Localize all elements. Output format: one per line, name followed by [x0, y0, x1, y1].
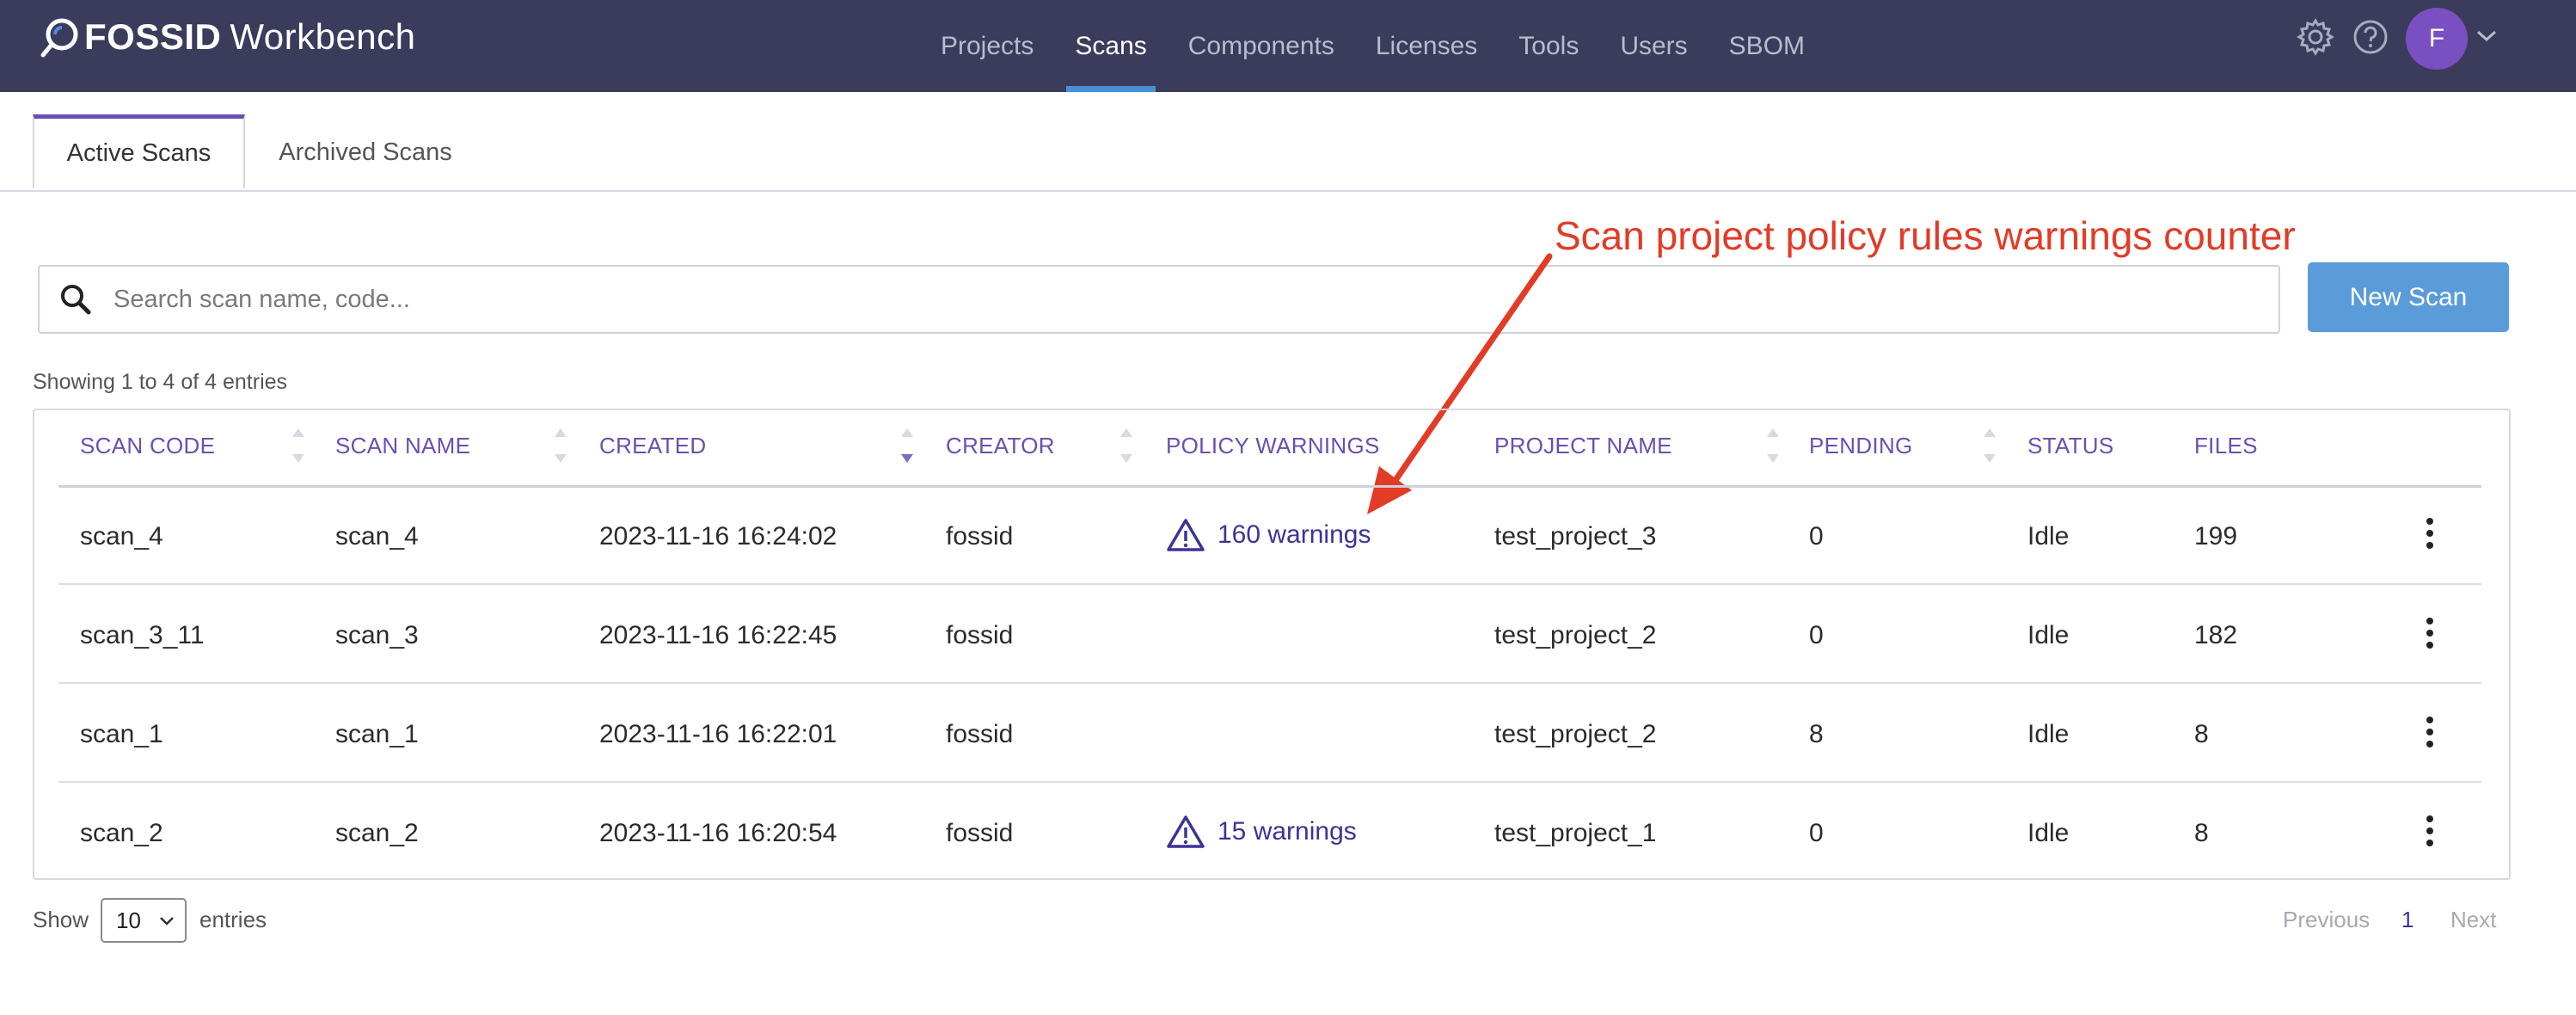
- top-navbar: FOSSID Workbench Projects Scans Component…: [0, 0, 2576, 92]
- column-header-creator[interactable]: CREATOR: [946, 433, 1055, 459]
- chevron-down-icon: [160, 917, 174, 926]
- policy-warnings-link[interactable]: 160 warnings: [1166, 518, 1371, 552]
- column-header-created[interactable]: CREATED: [599, 433, 706, 459]
- nav-sbom[interactable]: SBOM: [1708, 0, 1825, 92]
- show-label: Show: [33, 907, 89, 932]
- cell-created: 2023-11-16 16:22:45: [599, 621, 837, 649]
- logo-fossid-text: FOSSID: [84, 16, 222, 57]
- policy-warnings-link[interactable]: 15 warnings: [1166, 815, 1357, 849]
- cell-pending: 0: [1809, 522, 1824, 551]
- annotation-label: Scan project policy rules warnings count…: [1555, 213, 2296, 258]
- row-divider: [58, 583, 2481, 585]
- entries-label: entries: [199, 907, 267, 932]
- cell-creator: fossid: [946, 522, 1014, 551]
- cell-status: Idle: [2027, 621, 2070, 649]
- sort-icon[interactable]: [1981, 425, 1998, 466]
- column-header-project-name[interactable]: PROJECT NAME: [1494, 433, 1672, 459]
- cell-files: 182: [2194, 621, 2238, 649]
- help-icon[interactable]: [2351, 17, 2390, 57]
- cell-created: 2023-11-16 16:24:02: [599, 522, 837, 551]
- warning-triangle-icon: [1167, 519, 1205, 551]
- avatar[interactable]: F: [2406, 8, 2468, 70]
- nav-scans[interactable]: Scans: [1054, 0, 1167, 92]
- cell-project-name: test_project_2: [1494, 621, 1657, 649]
- tab-active-scans[interactable]: Active Scans: [33, 114, 245, 188]
- page-size-value: 10: [116, 907, 141, 933]
- nav-components[interactable]: Components: [1168, 0, 1355, 92]
- cell-scan-code[interactable]: scan_1: [80, 720, 163, 749]
- column-header-pending[interactable]: PENDING: [1809, 433, 1913, 459]
- cell-pending: 8: [1809, 720, 1824, 748]
- sort-desc-icon[interactable]: [899, 425, 916, 466]
- page-size-select[interactable]: 10: [101, 898, 187, 943]
- warning-triangle-icon: [1167, 815, 1205, 848]
- cell-status: Idle: [2027, 720, 2070, 748]
- cell-scan-code[interactable]: scan_2: [80, 819, 163, 848]
- cell-project-name: test_project_1: [1494, 819, 1657, 847]
- fossid-logo[interactable]: FOSSID Workbench: [38, 15, 416, 58]
- cell-project-name: test_project_2: [1494, 720, 1657, 748]
- cell-status: Idle: [2027, 522, 2070, 551]
- tab-archived-scans[interactable]: Archived Scans: [249, 114, 481, 191]
- search-icon: [61, 285, 91, 315]
- cell-files: 199: [2194, 522, 2238, 551]
- search-input[interactable]: [112, 284, 2179, 315]
- cell-files: 8: [2194, 720, 2209, 748]
- cell-scan-name: scan_1: [335, 720, 419, 748]
- row-actions-menu-icon[interactable]: [2425, 715, 2435, 749]
- current-page-button[interactable]: 1: [2401, 907, 2413, 933]
- sort-icon[interactable]: [1118, 425, 1135, 466]
- cell-created: 2023-11-16 16:22:01: [599, 720, 837, 748]
- logo-mark-icon: [40, 18, 78, 58]
- cell-project-name: test_project_3: [1494, 522, 1657, 551]
- column-header-scan-code[interactable]: SCAN CODE: [80, 433, 215, 459]
- cell-scan-name: scan_2: [335, 819, 419, 847]
- sort-icon[interactable]: [290, 425, 307, 466]
- gear-icon[interactable]: [2296, 17, 2335, 57]
- nav-tools[interactable]: Tools: [1498, 0, 1599, 92]
- row-actions-menu-icon[interactable]: [2425, 616, 2435, 650]
- nav-users[interactable]: Users: [1599, 0, 1708, 92]
- cell-creator: fossid: [946, 621, 1014, 649]
- policy-warnings-count: 15 warnings: [1217, 817, 1357, 846]
- row-actions-menu-icon[interactable]: [2425, 516, 2435, 551]
- cell-scan-name: scan_4: [335, 522, 419, 551]
- column-header-scan-name[interactable]: SCAN NAME: [335, 433, 470, 459]
- entries-info: Showing 1 to 4 of 4 entries: [33, 370, 288, 394]
- cell-creator: fossid: [946, 819, 1014, 847]
- cell-pending: 0: [1809, 621, 1824, 649]
- chevron-down-icon[interactable]: [2475, 28, 2499, 45]
- sort-icon[interactable]: [552, 425, 569, 466]
- cell-created: 2023-11-16 16:20:54: [599, 819, 837, 847]
- row-divider: [58, 781, 2481, 783]
- cell-scan-code[interactable]: scan_4: [80, 522, 163, 551]
- column-header-files: FILES: [2194, 433, 2258, 458]
- main-nav: Projects Scans Components Licenses Tools…: [920, 0, 1825, 92]
- previous-page-button[interactable]: Previous: [2283, 907, 2370, 933]
- cell-status: Idle: [2027, 819, 2070, 847]
- new-scan-button[interactable]: New Scan: [2308, 262, 2509, 332]
- logo-product-text: Workbench: [230, 16, 416, 57]
- cell-scan-code[interactable]: scan_3_11: [80, 621, 205, 650]
- sort-icon[interactable]: [1764, 425, 1782, 466]
- search-box: [38, 265, 2280, 334]
- cell-files: 8: [2194, 819, 2209, 847]
- table-header-divider: [58, 485, 2481, 488]
- row-divider: [58, 682, 2481, 684]
- cell-pending: 0: [1809, 819, 1824, 847]
- cell-scan-name: scan_3: [335, 621, 419, 649]
- cell-creator: fossid: [946, 720, 1014, 748]
- nav-projects[interactable]: Projects: [920, 0, 1054, 92]
- next-page-button[interactable]: Next: [2450, 907, 2496, 933]
- policy-warnings-count: 160 warnings: [1217, 520, 1371, 549]
- column-header-status: STATUS: [2027, 433, 2114, 458]
- column-header-policy-warnings: POLICY WARNINGS: [1166, 433, 1380, 458]
- nav-licenses[interactable]: Licenses: [1355, 0, 1498, 92]
- row-actions-menu-icon[interactable]: [2425, 814, 2435, 848]
